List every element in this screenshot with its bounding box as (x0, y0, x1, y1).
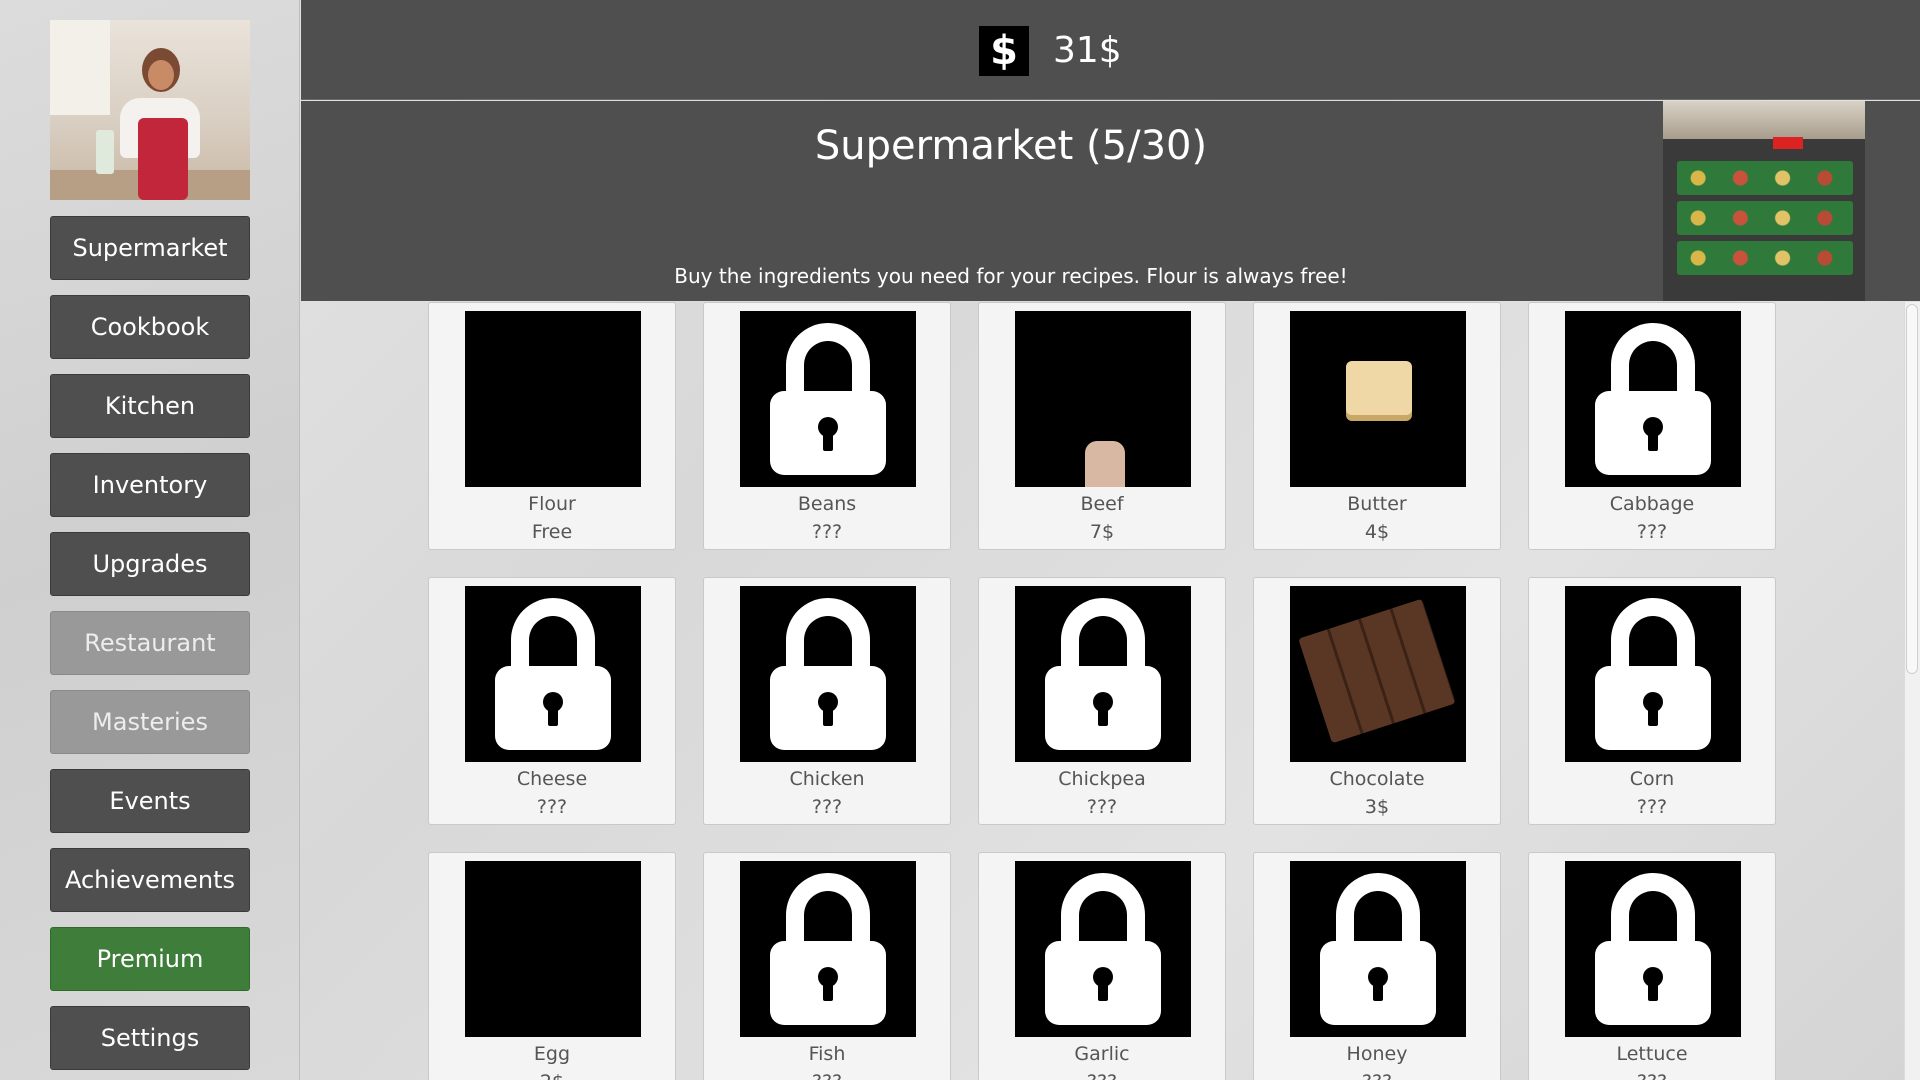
nav-settings-button[interactable]: Settings (50, 1006, 250, 1070)
egg-image (465, 861, 641, 1037)
lock-icon (1015, 861, 1191, 1037)
ingredient-price: ??? (536, 796, 568, 818)
ingredient-price: ??? (811, 796, 843, 818)
ingredient-name: Chickpea (1058, 768, 1146, 790)
ingredient-card-garlic[interactable]: Garlic??? (978, 852, 1226, 1080)
nav-restaurant-button[interactable]: Restaurant (50, 611, 250, 675)
lock-icon (1565, 861, 1741, 1037)
lock-icon (1290, 861, 1466, 1037)
ingredient-price: ??? (704, 1071, 950, 1080)
supermarket-image (1663, 101, 1865, 301)
ingredient-card-lettuce[interactable]: Lettuce??? (1528, 852, 1776, 1080)
ingredient-name: Lettuce (1616, 1043, 1688, 1065)
ingredient-grid: Flour Free Beans??? Beef 7$ Butter 4$ Cabbage??… (428, 302, 1788, 1080)
ingredient-price: ??? (1636, 521, 1668, 543)
ingredient-price: ??? (1636, 796, 1668, 818)
ingredient-name: Flour (528, 493, 576, 515)
lock-icon (740, 861, 916, 1037)
ingredient-name: Chicken (789, 768, 865, 790)
chocolate-image (1290, 586, 1466, 762)
nav-achievements-button[interactable]: Achievements (50, 848, 250, 912)
ingredient-price: 2$ (429, 1071, 675, 1080)
ingredient-price: ??? (1254, 1071, 1500, 1080)
ingredient-card-chocolate[interactable]: Chocolate 3$ (1253, 577, 1501, 825)
nav-premium-button[interactable]: Premium (50, 927, 250, 991)
ingredient-name: Garlic (1074, 1043, 1130, 1065)
ingredient-name: Butter (1347, 493, 1407, 515)
page-title: Supermarket (5/30) (814, 123, 1208, 169)
ingredient-price: 4$ (1364, 521, 1390, 543)
flour-image (465, 311, 641, 487)
scrollbar-thumb[interactable] (1906, 304, 1918, 674)
ingredient-price: Free (531, 521, 573, 543)
ingredient-card-egg[interactable]: Egg 2$ (428, 852, 676, 1080)
ingredient-card-honey[interactable]: Honey??? (1253, 852, 1501, 1080)
money-bar: $ 31$ (301, 0, 1920, 100)
ingredient-card-corn[interactable]: Corn??? (1528, 577, 1776, 825)
nav-inventory-button[interactable]: Inventory (50, 453, 250, 517)
ingredient-card-beans[interactable]: Beans??? (703, 302, 951, 550)
ingredient-card-beef[interactable]: Beef 7$ (978, 302, 1226, 550)
ingredient-name: Chocolate (1329, 768, 1425, 790)
ingredient-price: 3$ (1364, 796, 1390, 818)
ingredient-card-cheese[interactable]: Cheese??? (428, 577, 676, 825)
ingredient-card-fish[interactable]: Fish??? (703, 852, 951, 1080)
ingredient-card-chicken[interactable]: Chicken??? (703, 577, 951, 825)
nav-upgrades-button[interactable]: Upgrades (50, 532, 250, 596)
butter-image (1290, 311, 1466, 487)
ingredient-name: Honey (1346, 1043, 1408, 1065)
nav-supermarket-button[interactable]: Supermarket (50, 216, 250, 280)
lock-icon (1565, 311, 1741, 487)
nav-events-button[interactable]: Events (50, 769, 250, 833)
nav-cookbook-button[interactable]: Cookbook (50, 295, 250, 359)
ingredient-name: Egg (533, 1043, 571, 1065)
lock-icon (1015, 586, 1191, 762)
ingredient-price: ??? (811, 521, 843, 543)
beef-image (1015, 311, 1191, 487)
ingredient-card-flour[interactable]: Flour Free (428, 302, 676, 550)
ingredient-card-chickpea[interactable]: Chickpea??? (978, 577, 1226, 825)
lock-icon (740, 311, 916, 487)
lock-icon (1565, 586, 1741, 762)
page-header: Supermarket (5/30) Buy the ingredients y… (301, 101, 1920, 301)
dollar-icon: $ (979, 26, 1029, 76)
sidebar: Supermarket Cookbook Kitchen Inventory Upgra… (0, 0, 300, 1080)
page-subtitle: Buy the ingredients you need for your re… (674, 264, 1348, 288)
ingredient-price: ??? (979, 1071, 1225, 1080)
nav-masteries-button[interactable]: Masteries (50, 690, 250, 754)
lock-icon (465, 586, 641, 762)
ingredient-name: Cheese (516, 768, 588, 790)
ingredient-name: Fish (808, 1043, 846, 1065)
ingredient-name: Beans (797, 493, 857, 515)
ingredient-card-butter[interactable]: Butter 4$ (1253, 302, 1501, 550)
money-amount: 31$ (1053, 30, 1122, 71)
nav-kitchen-button[interactable]: Kitchen (50, 374, 250, 438)
ingredient-price: ??? (1529, 1071, 1775, 1080)
ingredient-price: ??? (1086, 796, 1118, 818)
ingredient-name: Beef (1080, 493, 1124, 515)
ingredient-name: Corn (1629, 768, 1675, 790)
ingredient-name: Cabbage (1609, 493, 1695, 515)
ingredient-price: 7$ (1089, 521, 1115, 543)
lock-icon (740, 586, 916, 762)
chef-avatar (50, 20, 250, 200)
ingredient-card-cabbage[interactable]: Cabbage??? (1528, 302, 1776, 550)
